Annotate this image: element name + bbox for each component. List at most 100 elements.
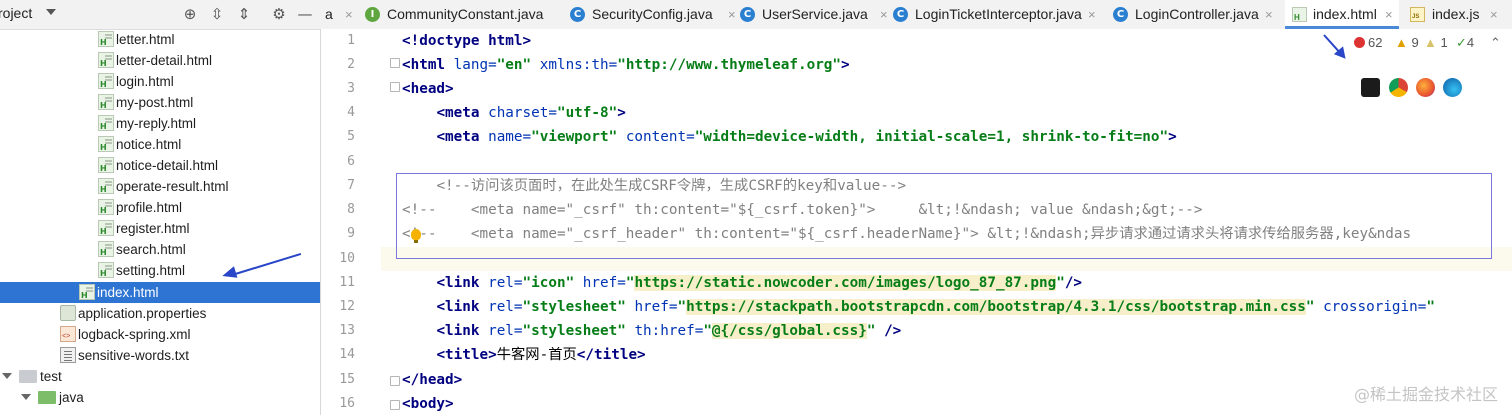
close-icon[interactable]: ×	[1490, 0, 1498, 29]
line-number: 7	[347, 178, 355, 193]
html-file-icon	[98, 31, 114, 47]
tree-item-label: my-post.html	[116, 95, 194, 110]
close-icon[interactable]: ×	[345, 0, 353, 29]
tree-item-label: notice-detail.html	[116, 158, 219, 173]
tree-item-label: java	[59, 390, 84, 405]
interface-icon	[365, 7, 380, 22]
folder-icon	[38, 391, 56, 404]
html-file-icon	[98, 199, 114, 215]
line-number: 10	[339, 251, 355, 266]
tree-item-login[interactable]: login.html	[0, 71, 320, 92]
project-panel: roject ⊕ ⇳ ⇕ ⚙ — letter.html letter-deta…	[0, 0, 321, 415]
tree-item-label: test	[40, 369, 62, 384]
line-number: 3	[347, 81, 355, 96]
html-file-icon	[98, 220, 114, 236]
locate-target-icon[interactable]: ⊕	[181, 5, 199, 23]
tab-label: UserService.java	[762, 6, 868, 22]
tree-item-label: application.properties	[78, 306, 207, 321]
chevron-up-icon[interactable]: ⌃	[1490, 35, 1501, 51]
project-panel-title: roject	[0, 5, 33, 21]
html-file-icon	[79, 284, 95, 300]
tree-item-notice[interactable]: notice.html	[0, 134, 320, 155]
tab-label: LoginTicketInterceptor.java	[915, 6, 1082, 22]
fold-marker-icon[interactable]	[390, 82, 400, 92]
tree-item-my-reply[interactable]: my-reply.html	[0, 113, 320, 134]
line-number: 12	[339, 299, 355, 314]
gear-icon[interactable]: ⚙	[270, 5, 288, 23]
minimize-icon[interactable]: —	[296, 5, 314, 23]
code-line-16: <body>	[402, 396, 454, 412]
html-file-icon	[98, 115, 114, 131]
tree-item-label: letter-detail.html	[116, 53, 213, 68]
tree-item-application-properties[interactable]: application.properties	[0, 303, 320, 324]
tree-item-my-post[interactable]: my-post.html	[0, 92, 320, 113]
line-number-gutter: 1 2 3 4 5 6 7 8 9 10 11 12 13 14 15 16	[321, 29, 381, 415]
editor-tab-bar: a × CommunityConstant.java × SecurityCon…	[320, 0, 1512, 30]
line-number: 2	[347, 57, 355, 72]
lightbulb-icon[interactable]	[411, 229, 421, 243]
tab-label: a	[325, 6, 333, 22]
text-file-icon	[60, 347, 76, 363]
class-icon	[740, 7, 755, 22]
tree-item-label: letter.html	[116, 32, 175, 47]
code-line-15: </head>	[402, 372, 463, 388]
line-number: 1	[347, 33, 355, 48]
tree-item-logback-spring[interactable]: logback-spring.xml	[0, 324, 320, 345]
weak-warning-icon: ▲	[1424, 35, 1437, 50]
code-line-2: <html lang="en" xmlns:th="http://www.thy…	[402, 57, 850, 73]
close-icon[interactable]: ×	[880, 0, 888, 29]
annotation-highlight-box	[396, 173, 1492, 259]
tree-item-operate-result[interactable]: operate-result.html	[0, 176, 320, 197]
tab-label: index.html	[1313, 6, 1377, 22]
tree-item-label: my-reply.html	[116, 116, 197, 131]
tree-item-sensitive-words[interactable]: sensitive-words.txt	[0, 345, 320, 366]
line-number: 11	[339, 275, 355, 290]
close-icon[interactable]: ×	[728, 0, 736, 29]
tree-item-profile[interactable]: profile.html	[0, 197, 320, 218]
tree-item-letter[interactable]: letter.html	[0, 29, 320, 50]
tree-item-label: profile.html	[116, 200, 183, 215]
line-number: 6	[347, 154, 355, 169]
project-toolbar: roject ⊕ ⇳ ⇕ ⚙ —	[0, 0, 320, 30]
close-icon[interactable]: ×	[1385, 0, 1393, 29]
html-file-icon	[98, 262, 114, 278]
warning-icon: ▲	[1395, 35, 1408, 50]
inspection-typos[interactable]: ✓4	[1456, 35, 1474, 51]
edge-icon[interactable]	[1443, 78, 1462, 97]
tree-item-index[interactable]: index.html	[0, 282, 320, 303]
html-file-icon	[98, 73, 114, 89]
watermark: @稀土掘金技术社区	[1353, 385, 1498, 404]
tree-item-java-folder[interactable]: java	[0, 387, 320, 408]
inspection-warnings[interactable]: ▲ 9	[1395, 35, 1419, 51]
html-file-icon	[98, 241, 114, 257]
tree-item-letter-detail[interactable]: letter-detail.html	[0, 50, 320, 71]
html-file-icon	[98, 136, 114, 152]
tab-label: LoginController.java	[1135, 6, 1259, 22]
fold-marker-icon[interactable]	[390, 400, 400, 410]
close-icon[interactable]: ×	[1265, 0, 1273, 29]
chevron-down-icon[interactable]	[2, 373, 12, 379]
inspection-errors[interactable]: 62	[1354, 35, 1382, 51]
fold-marker-icon[interactable]	[390, 376, 400, 386]
tab-label: index.js	[1432, 6, 1480, 22]
chevron-down-icon[interactable]	[21, 394, 31, 400]
inspection-weak-warnings[interactable]: ▲ 1	[1424, 35, 1448, 51]
close-icon[interactable]: ×	[1088, 0, 1096, 29]
tab-index-html[interactable]: index.html ×	[1285, 0, 1399, 29]
chrome-icon[interactable]	[1389, 78, 1408, 97]
intellij-browser-icon[interactable]	[1361, 78, 1380, 97]
tree-item-test-folder[interactable]: test	[0, 366, 320, 387]
line-number: 16	[339, 396, 355, 411]
html-file-icon	[1292, 7, 1307, 22]
firefox-icon[interactable]	[1416, 78, 1435, 97]
html-file-icon	[98, 178, 114, 194]
line-number: 5	[347, 129, 355, 144]
class-icon	[570, 7, 585, 22]
expand-all-icon[interactable]: ⇳	[208, 5, 226, 23]
tree-item-register[interactable]: register.html	[0, 218, 320, 239]
chevron-down-icon[interactable]	[46, 9, 56, 15]
tree-item-search[interactable]: search.html	[0, 239, 320, 260]
fold-marker-icon[interactable]	[390, 58, 400, 68]
collapse-all-icon[interactable]: ⇕	[235, 5, 253, 23]
tree-item-notice-detail[interactable]: notice-detail.html	[0, 155, 320, 176]
